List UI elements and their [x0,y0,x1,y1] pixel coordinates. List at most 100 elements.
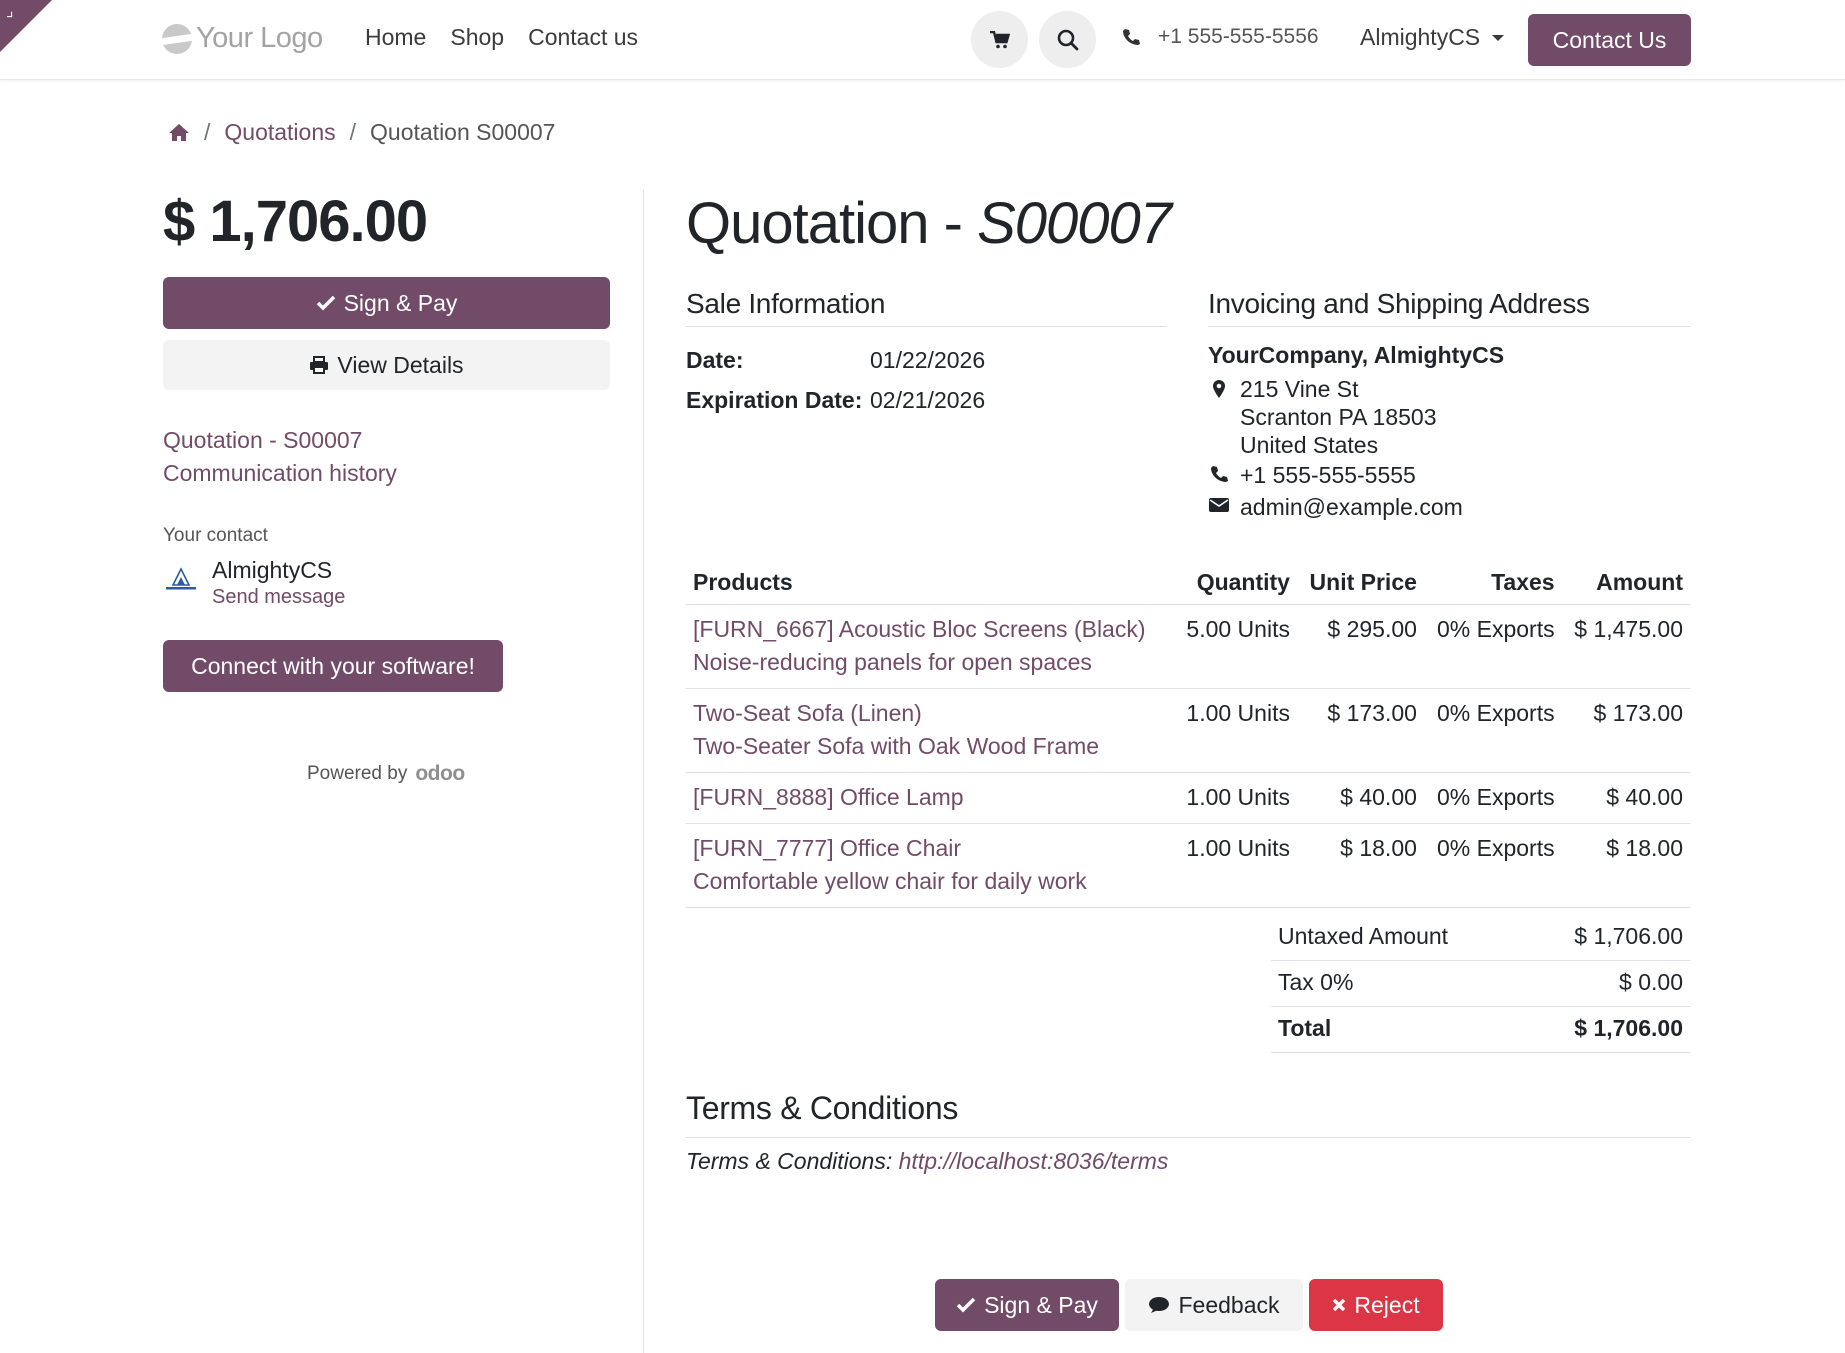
breadcrumb-separator: / [204,119,211,145]
feedback-label: Feedback [1178,1291,1280,1318]
chevron-down-icon [1492,34,1505,41]
unit-price-cell: $ 18.00 [1296,823,1424,908]
address-email[interactable]: admin@example.com [1240,493,1463,521]
connect-software-button[interactable]: Connect with your software! [163,640,503,692]
product-cell[interactable]: [FURN_7777] Office Chair Comfortable yell… [686,823,1174,908]
col-quantity: Quantity [1174,563,1297,605]
product-description: Comfortable yellow chair for daily work [693,868,1087,894]
date-row: Date: 01/22/2026 [686,347,985,374]
quantity-cell: 1.00 Units [1174,772,1297,824]
page-title: Quotation - S00007 [686,190,1172,257]
nav-shop[interactable]: Shop [450,24,504,51]
terms-text: Terms & Conditions: http://localhost:803… [686,1148,1168,1175]
view-details-label: View Details [337,351,464,378]
col-amount: Amount [1561,563,1690,605]
your-contact-label: Your contact [163,525,268,546]
product-cell[interactable]: [FURN_8888] Office Lamp [686,772,1174,824]
date-value: 01/22/2026 [870,347,986,373]
top-navbar: Your Logo Home Shop Contact us +1 555-55… [0,0,1845,80]
phone-icon [1211,466,1228,482]
sign-pay-button[interactable]: Sign & Pay [163,277,610,329]
expiration-date-value: 02/21/2026 [870,387,986,413]
terms-link[interactable]: http://localhost:8036/terms [899,1148,1169,1174]
product-name: [FURN_8888] Office Lamp [693,784,964,810]
cart-icon [989,30,1010,48]
contact-name: AlmightyCS [212,557,333,583]
odoo-logo[interactable]: odoo [415,762,465,786]
product-name: [FURN_6667] Acoustic Bloc Screens (Black… [693,616,1146,642]
quotation-actions: Sign & Pay Feedback Reject [935,1279,1443,1331]
breadcrumb-quotations[interactable]: Quotations [224,119,335,146]
sign-pay-bottom-label: Sign & Pay [984,1291,1098,1318]
check-icon [956,1297,976,1313]
expiration-date-label: Expiration Date: [686,387,863,413]
feedback-button[interactable]: Feedback [1125,1279,1303,1331]
product-description: Noise-reducing panels for open spaces [693,649,1092,675]
send-message-link[interactable]: Send message [212,586,345,609]
address-email-line: admin@example.com [1208,493,1504,521]
total-label: Total [1271,1006,1523,1053]
nav-contact-us[interactable]: Contact us [528,24,638,51]
table-row: [FURN_8888] Office Lamp 1.00 Units $ 40.… [686,772,1690,824]
cart-button[interactable] [971,11,1028,68]
reject-button[interactable]: Reject [1309,1279,1443,1331]
site-logo[interactable]: Your Logo [162,22,323,55]
sign-pay-bottom-button[interactable]: Sign & Pay [935,1279,1119,1331]
main-nav: Home Shop Contact us [365,24,638,51]
untaxed-label: Untaxed Amount [1271,915,1523,961]
envelope-icon [1209,498,1229,512]
tax-label: Tax 0% [1271,960,1523,1007]
address-block: YourCompany, AlmightyCS 215 Vine St Scra… [1208,341,1504,521]
reject-label: Reject [1354,1291,1420,1318]
col-taxes: Taxes [1423,563,1562,605]
unit-price-cell: $ 295.00 [1296,604,1424,689]
breadcrumb-current: Quotation S00007 [370,119,556,145]
powered-by: Powered by odoo [307,762,465,786]
untaxed-row: Untaxed Amount $ 1,706.00 [1271,915,1690,961]
search-button[interactable] [1039,11,1096,68]
powered-by-label: Powered by [307,763,408,784]
terms-heading: Terms & Conditions [686,1090,1690,1138]
amount-cell: $ 1,475.00 [1561,604,1690,689]
col-unit-price: Unit Price [1296,563,1424,605]
quantity-cell: 1.00 Units [1174,823,1297,908]
user-menu[interactable]: AlmightyCS [1360,24,1505,51]
breadcrumb: / Quotations / Quotation S00007 [168,119,555,146]
contact-avatar [166,567,196,590]
tax-row: Tax 0% $ 0.00 [1271,960,1690,1007]
title-prefix: Quotation - [686,191,978,256]
table-row: [FURN_7777] Office Chair Comfortable yell… [686,823,1690,908]
header-phone[interactable]: +1 555-555-5556 [1122,25,1319,49]
table-row: Two-Seat Sofa (Linen) Two-Seater Sofa wit… [686,688,1690,773]
logo-mark-icon [162,23,192,54]
amount-cell: $ 18.00 [1561,823,1690,908]
date-label: Date: [686,347,744,373]
products-table: Products Quantity Unit Price Taxes Amoun… [686,563,1690,908]
untaxed-value: $ 1,706.00 [1522,915,1690,961]
amount-cell: $ 173.00 [1561,688,1690,773]
table-header-row: Products Quantity Unit Price Taxes Amoun… [686,563,1690,605]
sidebar-link-quotation[interactable]: Quotation - S00007 [163,424,397,457]
address-street: 215 Vine St [1240,376,1359,402]
nav-home[interactable]: Home [365,24,426,51]
quantity-cell: 5.00 Units [1174,604,1297,689]
product-cell[interactable]: Two-Seat Sofa (Linen) Two-Seater Sofa wit… [686,688,1174,773]
unit-price-cell: $ 40.00 [1296,772,1424,824]
title-reference: S00007 [977,191,1172,256]
map-marker-icon [1213,380,1225,398]
check-icon [316,295,335,311]
product-cell[interactable]: [FURN_6667] Acoustic Bloc Screens (Black… [686,604,1174,689]
tax-value: $ 0.00 [1522,960,1690,1007]
total-value: $ 1,706.00 [1522,1006,1690,1053]
header-phone-number: +1 555-555-5556 [1158,25,1319,48]
terms-label: Terms & Conditions: [686,1148,899,1174]
header-contact-us-button[interactable]: Contact Us [1528,14,1691,66]
sale-information-heading: Sale Information [686,288,1167,327]
address-heading: Invoicing and Shipping Address [1208,288,1690,327]
sidebar-nav: Quotation - S00007 Communication history [163,424,397,490]
sidebar-link-communication-history[interactable]: Communication history [163,457,397,490]
taxes-cell: 0% Exports [1423,688,1562,773]
home-icon[interactable] [168,123,190,142]
address-city: Scranton PA 18503 [1240,404,1437,430]
view-details-button[interactable]: View Details [163,340,610,390]
